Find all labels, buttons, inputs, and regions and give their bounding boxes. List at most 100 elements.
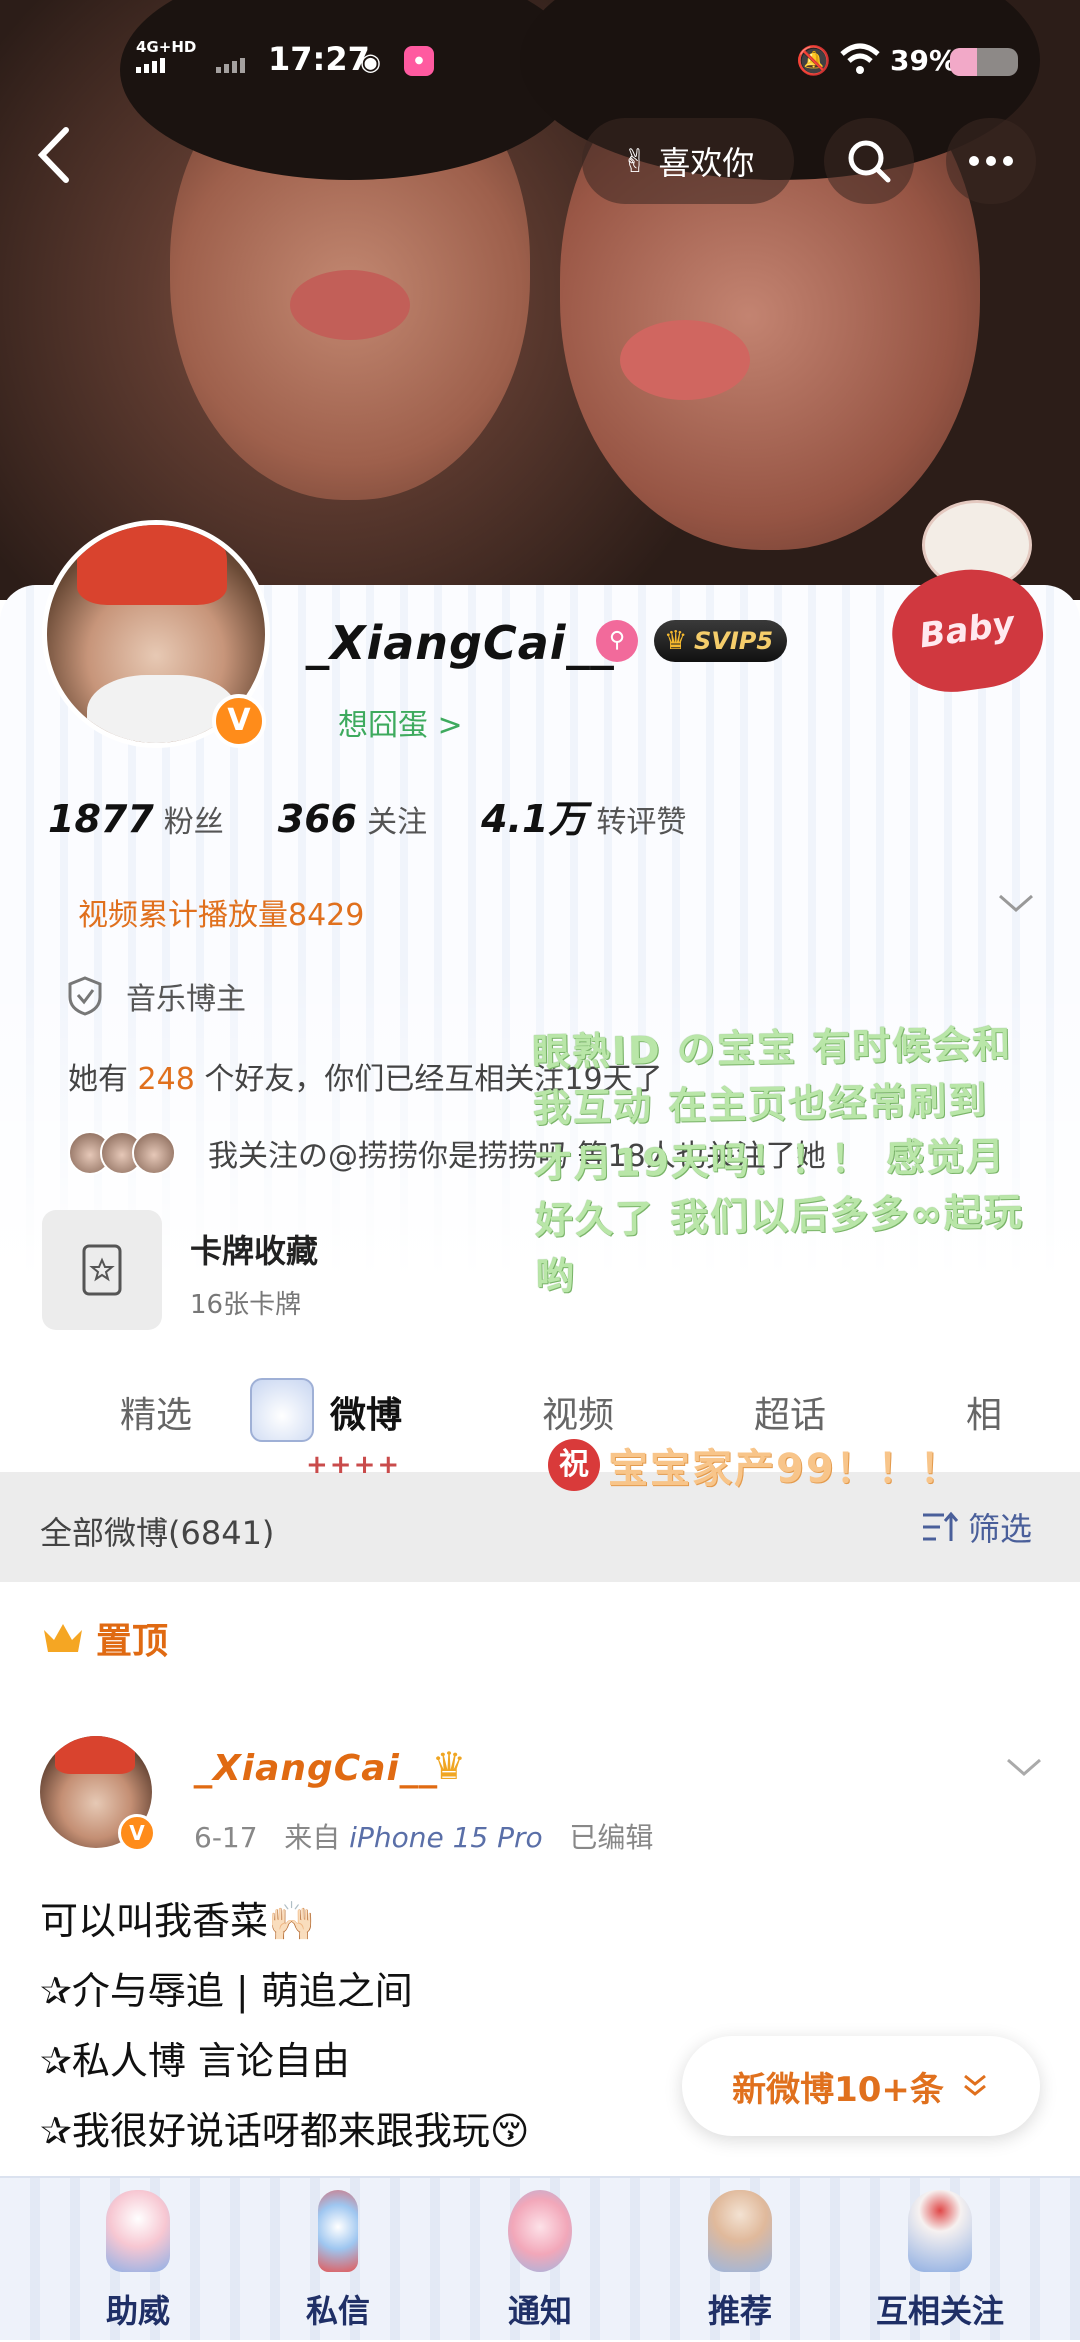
handwritten-overlay-note: 眼熟ID の宝宝 有时候会和我互动 在主页也经常刷到 才月19天吗！！！ 感觉月… (531, 1022, 1025, 1299)
sundae-icon (106, 2190, 170, 2272)
like-you-button[interactable]: ✌ 喜欢你 (582, 118, 794, 204)
chevron-down-icon (999, 894, 1033, 912)
profile-tag[interactable]: 音乐博主 (66, 974, 246, 1018)
nav-notifications[interactable]: 通知 (460, 2178, 620, 2342)
card-collection-button[interactable] (42, 1210, 162, 1330)
pinned-label: 置顶 (96, 1621, 169, 1662)
post-edited: 已编辑 (569, 1821, 654, 1854)
heart-bear-decoration: Baby (872, 500, 1072, 700)
avatar-hat (77, 525, 227, 605)
nav-label: 助威 (105, 2292, 170, 2330)
post-line: 可以叫我香菜🙌🏻 (40, 1899, 316, 1943)
post-body[interactable]: 可以叫我香菜🙌🏻 ✰介与辱追 | 萌追之间 ✰私人博 言论自由 ✰我很好说话呀都… (40, 1886, 740, 2166)
more-dot-icon (1003, 156, 1013, 166)
stat-number: 1877 (48, 797, 154, 841)
mute-icon: 🔕 (796, 44, 831, 77)
stat-label: 粉丝 (163, 805, 224, 840)
tag-label: 音乐博主 (126, 982, 246, 1017)
search-icon (848, 140, 891, 183)
nickname-link[interactable]: 想囧蛋 > (338, 700, 463, 744)
post-device: iPhone 15 Pro (349, 1821, 543, 1854)
chevron-left-icon (37, 127, 69, 183)
wifi-icon (840, 42, 880, 80)
friends-prefix: 她有 (68, 1062, 128, 1097)
post-meta: 6-17 来自 iPhone 15 Pro 已编辑 (194, 1816, 653, 1856)
filter-icon (923, 1511, 959, 1541)
cover-lips-right (620, 320, 750, 400)
heart-decoration-text: Baby (884, 560, 1050, 700)
nav-cheer[interactable]: 助威 (58, 2178, 218, 2342)
friends-count: 248 (137, 1062, 195, 1097)
wish-badge: 祝 (548, 1439, 600, 1491)
post-line: ✰私人博 言论自由 (40, 2039, 350, 2083)
filter-button[interactable]: 筛选 (920, 1504, 1032, 1550)
nav-messages[interactable]: 私信 (258, 2178, 418, 2342)
status-bar: 4G+HD 17:27 ◉ ● 🔕 39% (0, 30, 1080, 90)
mutual-avatar (132, 1131, 176, 1175)
crown-icon (44, 1624, 82, 1652)
cover-lips-left (290, 270, 410, 340)
profile-stats: 1877 粉丝 366 关注 4.1万 转评赞 (48, 788, 686, 843)
stat-number: 366 (277, 797, 358, 841)
tab-active-indicator: ++++ (306, 1450, 402, 1480)
nav-mutual-follow[interactable]: 互相关注 (860, 2178, 1020, 2342)
stat-following[interactable]: 366 关注 (278, 797, 427, 841)
bunny-hand-icon: ✌ (621, 142, 649, 180)
search-button[interactable] (824, 118, 914, 204)
tab-video[interactable]: 视频 (542, 1386, 614, 1438)
handwritten-wish: 祝 宝宝家产99！！！ (548, 1436, 962, 1494)
post-line: ✰我很好说话呀都来跟我玩😚 (40, 2109, 530, 2153)
nav-label: 推荐 (707, 2292, 772, 2330)
mirror-icon (508, 2190, 572, 2272)
more-dot-icon (986, 156, 996, 166)
tab-weibo[interactable]: 微博 (330, 1386, 402, 1438)
stat-interactions[interactable]: 4.1万 转评赞 (481, 788, 686, 843)
video-play-count: 视频累计播放量8429 (78, 898, 365, 933)
more-button[interactable] (946, 118, 1036, 204)
shield-icon (68, 976, 102, 1016)
post-author-name[interactable]: _XiangCai__ (194, 1748, 438, 1789)
nav-recommend[interactable]: 推荐 (660, 2178, 820, 2342)
back-button[interactable] (30, 120, 90, 200)
like-you-label: 喜欢你 (658, 144, 755, 182)
card-icon (82, 1244, 122, 1296)
signal-icon-secondary (216, 58, 245, 73)
double-chevron-down-icon (963, 2074, 986, 2096)
tab-featured[interactable]: 精选 (120, 1386, 192, 1438)
svip-badge[interactable]: SVIP5 (654, 620, 788, 662)
cupcake-icon (908, 2190, 972, 2272)
nav-label: 私信 (305, 2292, 370, 2330)
all-weibo-count[interactable]: 全部微博(6841) (40, 1508, 274, 1554)
drink-icon (318, 2190, 358, 2272)
new-posts-label: 新微博10+条 (732, 2069, 944, 2110)
expand-profile-button[interactable] (996, 888, 1036, 922)
profile-username: _XiangCai__ (306, 616, 615, 670)
verified-badge-icon: V (212, 694, 266, 748)
post-from: 来自 (284, 1821, 341, 1854)
stat-followers[interactable]: 1877 粉丝 (48, 797, 224, 841)
filter-label: 筛选 (968, 1510, 1033, 1548)
verified-badge-icon: V (118, 1814, 156, 1852)
avatar-hat (55, 1736, 135, 1774)
crown-badge-icon: ♛ (432, 1744, 467, 1788)
post-line: ✰介与辱追 | 萌追之间 (40, 1969, 413, 2013)
chevron-down-icon (1007, 1758, 1041, 1776)
more-dot-icon (969, 156, 979, 166)
bottom-nav: 助威 私信 通知 推荐 互相关注 (0, 2176, 1080, 2340)
wish-text: 宝宝家产99！！！ (608, 1446, 962, 1492)
tab-super-topic[interactable]: 超话 (754, 1386, 826, 1438)
battery-icon (950, 48, 1018, 76)
search-badge-icon[interactable]: ⚲ (596, 620, 638, 662)
new-posts-button[interactable]: 新微博10+条 (682, 2036, 1040, 2136)
nav-label: 通知 (507, 2292, 572, 2330)
stat-number: 4.1万 (481, 797, 587, 841)
card-collection-title[interactable]: 卡牌收藏 (190, 1226, 318, 1272)
tab-albums[interactable]: 相 (966, 1386, 1002, 1438)
post-date: 6-17 (194, 1821, 258, 1854)
post-menu-button[interactable] (1004, 1752, 1044, 1786)
cake-icon (250, 1378, 314, 1442)
signal-icon (136, 58, 165, 73)
battery-percent: 39% (890, 44, 958, 77)
weibo-icon: ◉ (360, 48, 381, 76)
stat-label: 关注 (367, 805, 428, 840)
